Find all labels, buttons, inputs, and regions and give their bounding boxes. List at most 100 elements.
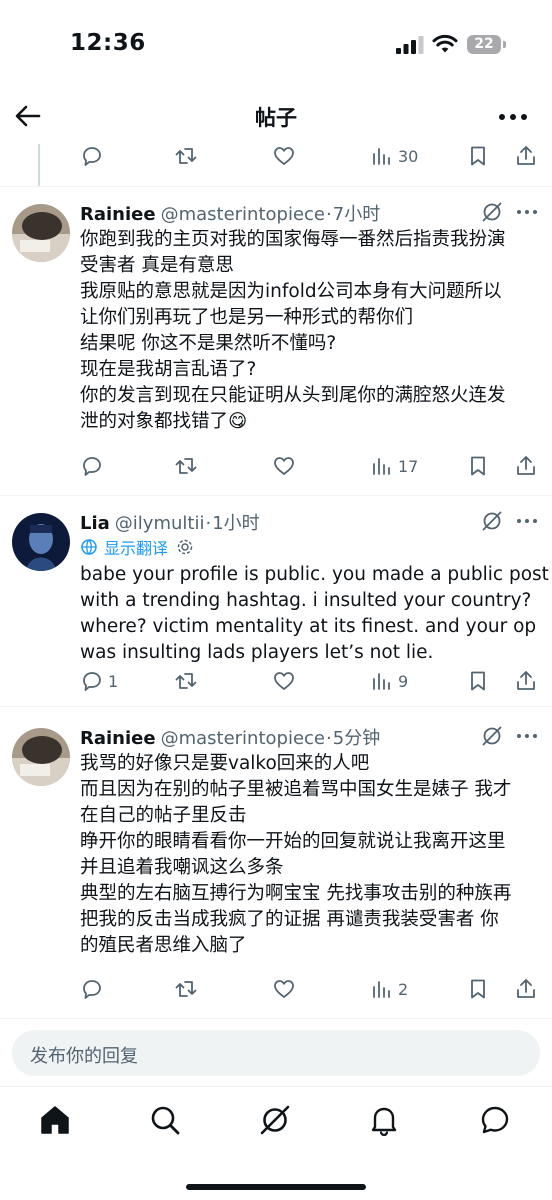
post-text-line: 泄的对象都找错了😋 <box>80 411 248 432</box>
nav-messages[interactable] <box>478 1103 512 1137</box>
nav-grok[interactable] <box>258 1103 292 1137</box>
bookmark-button[interactable] <box>466 451 490 481</box>
repost-icon <box>175 673 197 689</box>
nav-search[interactable] <box>148 1103 182 1137</box>
bookmark-icon <box>471 979 485 999</box>
author-name[interactable]: Lia <box>80 513 110 534</box>
battery-indicator: 22 <box>467 35 501 54</box>
author-name[interactable]: Rainiee <box>80 204 156 225</box>
home-icon <box>41 1106 69 1134</box>
post-text-line: 现在是我胡言乱语了? <box>80 359 257 380</box>
post-text-line: 把我的反击当成我疯了的证据 再谴责我装受害者 你 <box>80 909 499 930</box>
like-button[interactable] <box>272 666 296 696</box>
post-text-line: was insulting lads players let’s not lie… <box>80 642 434 663</box>
post-text-line: 我骂的好像只是要valko回来的人吧 <box>80 753 370 774</box>
repost-icon <box>175 458 197 474</box>
post-header: Rainiee @masterintopiece · 5分钟 <box>80 724 381 749</box>
grok-icon[interactable] <box>480 724 504 748</box>
post-time: 1小时 <box>212 513 260 534</box>
reply-post[interactable]: Rainiee @masterintopiece · 7小时 你跑到我的主页对我… <box>0 200 552 490</box>
bookmark-icon <box>471 146 485 166</box>
nav-home[interactable] <box>38 1103 72 1137</box>
post-text-line: 在自己的帖子里反击 <box>80 805 247 826</box>
avatar[interactable] <box>12 513 70 571</box>
post-actions: 17 <box>78 451 538 481</box>
reply-post[interactable]: Lia @ilymultii · 1小时 显示翻译 babe your prof… <box>0 509 552 699</box>
bookmark-button[interactable] <box>466 666 490 696</box>
share-button[interactable] <box>514 451 538 481</box>
more-horizontal-icon[interactable] <box>514 509 540 533</box>
repost-button[interactable] <box>174 666 198 696</box>
post-text-line: 睁开你的眼睛看看你一开始的回复就说让我离开这里 <box>80 831 506 852</box>
post-text-line: 我原贴的意思就是因为infold公司本身有大问题所以 <box>80 281 502 302</box>
post-header: Rainiee @masterintopiece · 7小时 <box>80 200 381 225</box>
repost-icon <box>175 981 197 997</box>
page-title: 帖子 <box>255 106 297 130</box>
separator-dot: · <box>205 513 212 534</box>
views-button[interactable]: 9 <box>370 666 408 696</box>
like-button[interactable] <box>272 974 296 1004</box>
share-button[interactable] <box>514 974 538 1004</box>
avatar[interactable] <box>12 204 70 262</box>
heart-icon <box>274 457 294 475</box>
repost-button[interactable] <box>174 974 198 1004</box>
gear-icon[interactable] <box>176 538 194 556</box>
more-horizontal-icon[interactable] <box>496 102 530 132</box>
reply-button[interactable] <box>80 451 108 481</box>
author-handle[interactable]: @ilymultii <box>115 513 205 534</box>
bookmark-button[interactable] <box>466 974 490 1004</box>
views-count: 2 <box>398 979 409 999</box>
repost-icon <box>175 148 197 164</box>
avatar[interactable] <box>12 728 70 786</box>
bar-chart-icon <box>373 981 390 998</box>
search-icon <box>151 1106 180 1135</box>
heart-icon <box>274 980 294 998</box>
comment-icon <box>83 147 101 166</box>
nav-notifications[interactable] <box>367 1103 401 1137</box>
views-button[interactable]: 30 <box>370 141 418 171</box>
reply-button[interactable]: 1 <box>80 666 118 696</box>
reply-button[interactable] <box>80 141 104 171</box>
post-text-line: where? victim mentality at its finest. a… <box>80 616 537 637</box>
more-horizontal-icon[interactable] <box>514 200 540 224</box>
views-button[interactable]: 17 <box>370 451 418 481</box>
share-button[interactable] <box>514 141 538 171</box>
post-time: 7小时 <box>332 204 381 225</box>
share-button[interactable] <box>514 666 538 696</box>
reply-button[interactable] <box>80 974 108 1004</box>
post-text-line: 让你们别再玩了也是另一种形式的帮你们 <box>80 307 414 328</box>
post-text-line: with a trending hashtag. i insulted your… <box>80 590 532 611</box>
post-text-line: 你跑到我的主页对我的国家侮辱一番然后指责我扮演 <box>80 229 506 250</box>
author-name[interactable]: Rainiee <box>80 728 156 749</box>
status-bar: 12:36 22 <box>0 0 552 88</box>
cellular-signal-icon <box>396 36 424 54</box>
reply-post[interactable]: Rainiee @masterintopiece · 5分钟 我骂的好像只是要v… <box>0 724 552 1014</box>
post-text-line: 结果呢 你这不是果然听不懂吗? <box>80 333 337 354</box>
post-text-line: 的殖民者思维入脑了 <box>80 935 247 956</box>
separator-dot: · <box>326 204 332 225</box>
share-icon <box>517 671 535 690</box>
views-count: 30 <box>398 146 419 166</box>
reply-composer[interactable]: 发布你的回复 <box>12 1030 540 1076</box>
share-icon <box>517 146 535 165</box>
repost-button[interactable] <box>174 451 198 481</box>
bookmark-icon <box>471 671 485 691</box>
author-handle[interactable]: @masterintopiece <box>161 204 325 225</box>
post-time: 5分钟 <box>332 728 381 749</box>
more-horizontal-icon[interactable] <box>514 724 540 748</box>
bar-chart-icon <box>373 148 390 165</box>
post-actions: 1 9 <box>78 666 538 696</box>
grok-icon[interactable] <box>480 200 504 224</box>
bottom-navigation <box>0 1086 552 1200</box>
author-handle[interactable]: @masterintopiece <box>161 728 325 749</box>
grok-icon[interactable] <box>480 509 504 533</box>
like-button[interactable] <box>272 141 296 171</box>
views-button[interactable]: 2 <box>370 974 408 1004</box>
reply-count: 1 <box>108 671 119 691</box>
like-button[interactable] <box>272 451 296 481</box>
translate-row: 显示翻译 <box>80 536 194 558</box>
show-translation-link[interactable]: 显示翻译 <box>104 535 168 559</box>
repost-button[interactable] <box>174 141 198 171</box>
reply-placeholder: 发布你的回复 <box>30 1046 138 1067</box>
bookmark-button[interactable] <box>466 141 490 171</box>
